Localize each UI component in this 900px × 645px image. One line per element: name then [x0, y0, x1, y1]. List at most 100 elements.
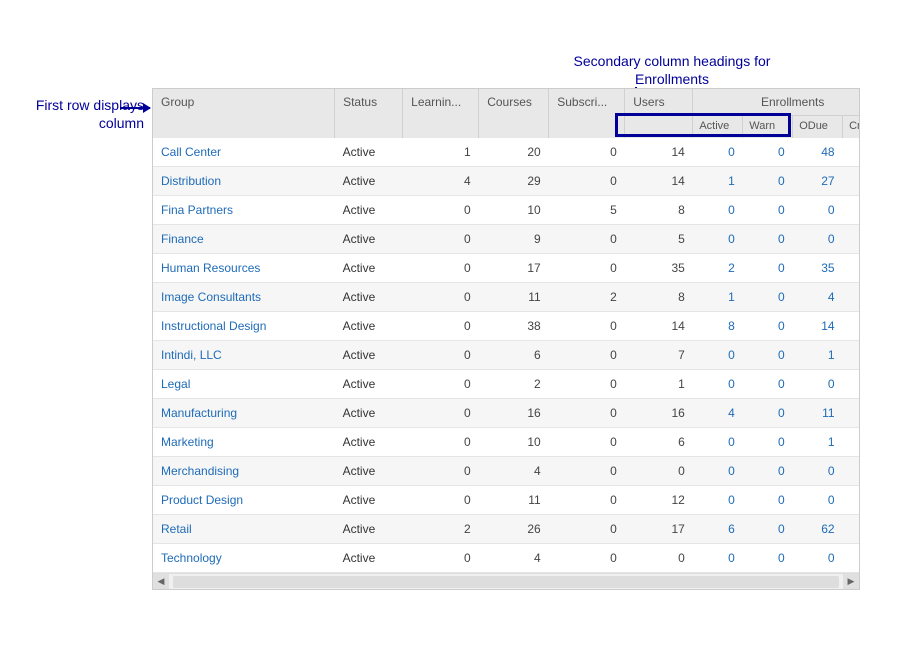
enroll-warn-cell[interactable]: 0: [743, 340, 793, 369]
header-subscriptions[interactable]: Subscri...: [549, 89, 625, 138]
enroll-odue-cell[interactable]: 48: [793, 138, 843, 167]
enroll-odue-cell[interactable]: 0: [793, 195, 843, 224]
enroll-active-cell[interactable]: 4: [693, 398, 743, 427]
enroll-odue-cell[interactable]: 0: [793, 543, 843, 572]
enroll-cmpl-cell[interactable]: 11: [843, 253, 859, 282]
users-cell: 7: [625, 340, 693, 369]
group-link[interactable]: Call Center: [153, 138, 335, 167]
header-enroll-warn[interactable]: Warn: [743, 116, 793, 138]
scroll-thumb[interactable]: [173, 576, 839, 588]
enroll-active-cell[interactable]: 1: [693, 166, 743, 195]
header-status[interactable]: Status: [335, 89, 403, 138]
enroll-active-cell[interactable]: 0: [693, 456, 743, 485]
enroll-active-cell[interactable]: 0: [693, 543, 743, 572]
enroll-cmpl-cell[interactable]: 0: [843, 543, 859, 572]
group-link[interactable]: Finance: [153, 224, 335, 253]
enroll-warn-cell[interactable]: 0: [743, 485, 793, 514]
enroll-warn-cell[interactable]: 0: [743, 166, 793, 195]
header-group[interactable]: Group: [153, 89, 335, 138]
group-link[interactable]: Fina Partners: [153, 195, 335, 224]
group-link[interactable]: Retail: [153, 514, 335, 543]
group-link[interactable]: Marketing: [153, 427, 335, 456]
enroll-cmpl-cell[interactable]: 2: [843, 282, 859, 311]
enroll-warn-cell[interactable]: 0: [743, 195, 793, 224]
header-enrollments-group[interactable]: Enrollments: [693, 89, 859, 116]
users-cell: 1: [625, 369, 693, 398]
enroll-cmpl-cell[interactable]: 0: [843, 369, 859, 398]
group-link[interactable]: Technology: [153, 543, 335, 572]
enroll-active-cell[interactable]: 8: [693, 311, 743, 340]
group-link[interactable]: Product Design: [153, 485, 335, 514]
enroll-odue-cell[interactable]: 0: [793, 369, 843, 398]
enroll-odue-cell[interactable]: 14: [793, 311, 843, 340]
enroll-cmpl-cell[interactable]: 11: [843, 311, 859, 340]
scroll-right-button[interactable]: ▶: [843, 574, 859, 590]
group-link[interactable]: Intindi, LLC: [153, 340, 335, 369]
data-table-container: Group Status Learnin... Courses Subscri.…: [152, 88, 860, 590]
enroll-odue-cell[interactable]: 0: [793, 485, 843, 514]
enroll-cmpl-cell[interactable]: 0: [843, 427, 859, 456]
enroll-odue-cell[interactable]: 35: [793, 253, 843, 282]
enroll-cmpl-cell[interactable]: 0: [843, 456, 859, 485]
enroll-active-cell[interactable]: 0: [693, 138, 743, 167]
header-enroll-active[interactable]: Active: [693, 116, 743, 138]
group-link[interactable]: Image Consultants: [153, 282, 335, 311]
enroll-odue-cell[interactable]: 62: [793, 514, 843, 543]
group-link[interactable]: Merchandising: [153, 456, 335, 485]
subscriptions-cell: 0: [549, 340, 625, 369]
enroll-warn-cell[interactable]: 0: [743, 427, 793, 456]
subscriptions-cell: 0: [549, 427, 625, 456]
enroll-warn-cell[interactable]: 0: [743, 138, 793, 167]
enroll-cmpl-cell[interactable]: 0: [843, 224, 859, 253]
enroll-odue-cell[interactable]: 11: [793, 398, 843, 427]
enroll-active-cell[interactable]: 0: [693, 369, 743, 398]
enroll-warn-cell[interactable]: 0: [743, 398, 793, 427]
table-row: MerchandisingActive040000000: [153, 456, 859, 485]
enroll-odue-cell[interactable]: 4: [793, 282, 843, 311]
enroll-warn-cell[interactable]: 0: [743, 224, 793, 253]
enroll-warn-cell[interactable]: 0: [743, 369, 793, 398]
arrow-right-icon: [120, 107, 150, 109]
enroll-warn-cell[interactable]: 0: [743, 456, 793, 485]
enroll-odue-cell[interactable]: 27: [793, 166, 843, 195]
group-link[interactable]: Distribution: [153, 166, 335, 195]
enroll-cmpl-cell[interactable]: 5: [843, 166, 859, 195]
enroll-cmpl-cell[interactable]: 5: [843, 398, 859, 427]
enroll-active-cell[interactable]: 0: [693, 485, 743, 514]
enroll-active-cell[interactable]: 6: [693, 514, 743, 543]
enroll-cmpl-cell[interactable]: 16: [843, 138, 859, 167]
enroll-active-cell[interactable]: 0: [693, 427, 743, 456]
enroll-odue-cell[interactable]: 1: [793, 340, 843, 369]
enroll-odue-cell[interactable]: 0: [793, 224, 843, 253]
table-row: TechnologyActive040000000: [153, 543, 859, 572]
enroll-cmpl-cell[interactable]: 31: [843, 514, 859, 543]
group-link[interactable]: Manufacturing: [153, 398, 335, 427]
group-link[interactable]: Human Resources: [153, 253, 335, 282]
enroll-active-cell[interactable]: 2: [693, 253, 743, 282]
enroll-cmpl-cell[interactable]: 0: [843, 485, 859, 514]
status-cell: Active: [335, 253, 403, 282]
group-link[interactable]: Legal: [153, 369, 335, 398]
enroll-warn-cell[interactable]: 0: [743, 514, 793, 543]
enroll-cmpl-cell[interactable]: 1: [843, 340, 859, 369]
header-courses[interactable]: Courses: [479, 89, 549, 138]
enroll-active-cell[interactable]: 0: [693, 224, 743, 253]
horizontal-scrollbar[interactable]: ◀ ▶: [153, 573, 859, 589]
users-cell: 8: [625, 282, 693, 311]
enroll-active-cell[interactable]: 0: [693, 195, 743, 224]
header-enroll-odue[interactable]: ODue: [793, 116, 843, 138]
enroll-cmpl-cell[interactable]: 0: [843, 195, 859, 224]
header-learning[interactable]: Learnin...: [403, 89, 479, 138]
group-link[interactable]: Instructional Design: [153, 311, 335, 340]
enroll-warn-cell[interactable]: 0: [743, 253, 793, 282]
header-enroll-cmpl[interactable]: Cmpl: [843, 116, 859, 138]
enroll-warn-cell[interactable]: 0: [743, 311, 793, 340]
enroll-odue-cell[interactable]: 1: [793, 427, 843, 456]
enroll-warn-cell[interactable]: 0: [743, 543, 793, 572]
enroll-odue-cell[interactable]: 0: [793, 456, 843, 485]
enroll-warn-cell[interactable]: 0: [743, 282, 793, 311]
enroll-active-cell[interactable]: 0: [693, 340, 743, 369]
enroll-active-cell[interactable]: 1: [693, 282, 743, 311]
scroll-left-button[interactable]: ◀: [153, 574, 169, 590]
header-users[interactable]: Users: [625, 89, 693, 138]
